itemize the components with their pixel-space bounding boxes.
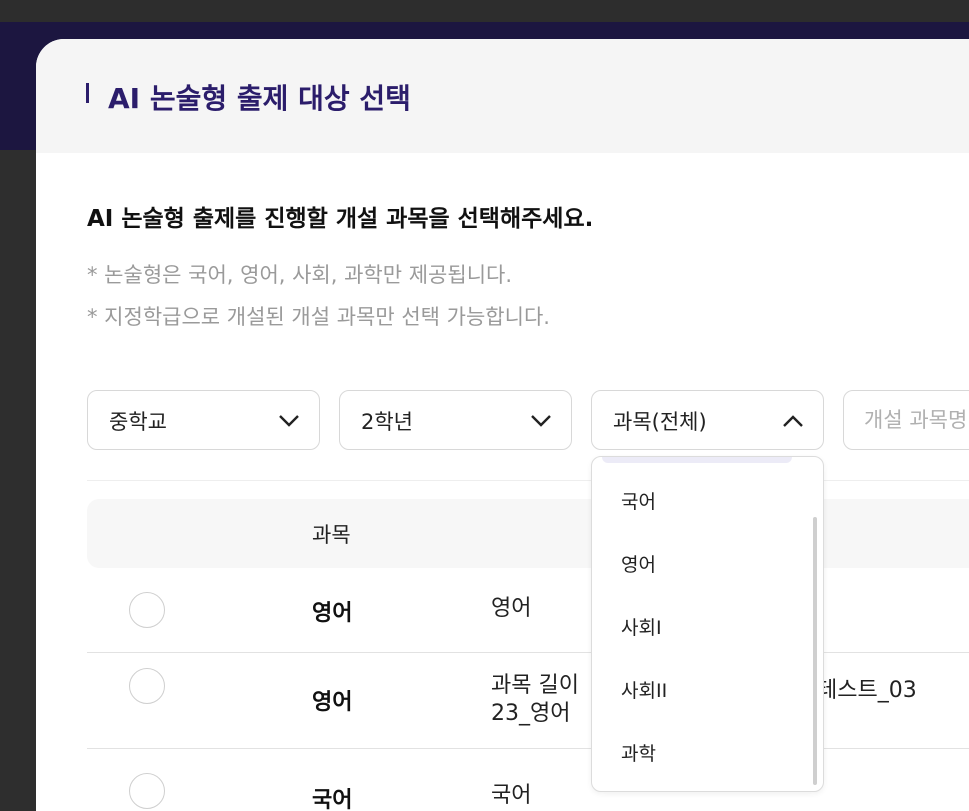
- column-header-subject: 과목: [312, 523, 351, 547]
- row-subject: 국어: [312, 788, 353, 811]
- dropdown-option-science[interactable]: 과학: [621, 739, 656, 766]
- row-subject: 영어: [312, 601, 353, 626]
- subject-value: 과목(전체): [613, 410, 707, 434]
- grade-select[interactable]: 2학년: [339, 390, 572, 450]
- row-course-tail: 테스트_03: [817, 678, 917, 703]
- course-name-line: 23_영어: [491, 701, 571, 726]
- modal-title: AI 논술형 출제 대상 선택: [108, 82, 411, 115]
- row-subject: 영어: [312, 690, 353, 715]
- subject-select[interactable]: 과목(전체): [591, 390, 824, 450]
- school-level-value: 중학교: [109, 410, 167, 434]
- modal-header: AI 논술형 출제 대상 선택: [36, 39, 969, 153]
- row-radio[interactable]: [129, 668, 165, 704]
- filter-divider: [87, 480, 969, 481]
- modal-description: AI 논술형 출제를 진행할 개설 과목을 선택해주세요.: [87, 206, 594, 232]
- row-course-name: 영어: [491, 595, 531, 623]
- dropdown-option-english[interactable]: 영어: [621, 550, 656, 577]
- chevron-down-icon: [531, 415, 551, 427]
- table-row[interactable]: 국어 국어: [87, 749, 969, 811]
- subject-dropdown-menu: 국어 영어 사회I 사회II 과학: [591, 456, 824, 792]
- table-row[interactable]: 영어 과목 길이 23_영어 테스트_03: [87, 653, 969, 749]
- table-row[interactable]: 영어 영어: [87, 568, 969, 653]
- course-name-line: 국어: [491, 783, 532, 808]
- row-radio[interactable]: [129, 773, 165, 809]
- note-essay-subjects: * 논술형은 국어, 영어, 사회, 과학만 제공됩니다.: [87, 263, 513, 287]
- grade-value: 2학년: [361, 410, 414, 434]
- row-radio[interactable]: [129, 592, 165, 628]
- dropdown-scrollbar[interactable]: [813, 517, 817, 785]
- school-level-select[interactable]: 중학교: [87, 390, 320, 450]
- title-accent-bar: [86, 83, 89, 103]
- note-designated-class: * 지정학급으로 개설된 개설 과목만 선택 가능합니다.: [87, 305, 550, 329]
- chevron-down-icon: [279, 415, 299, 427]
- dropdown-option-korean[interactable]: 국어: [621, 487, 656, 514]
- course-search-input[interactable]: [864, 405, 969, 435]
- row-course-name: 과목 길이 23_영어: [491, 672, 579, 728]
- table-header: 과목: [87, 499, 969, 568]
- modal-dialog: AI 논술형 출제 대상 선택 AI 논술형 출제를 진행할 개설 과목을 선택…: [36, 39, 969, 811]
- dropdown-option-social-1[interactable]: 사회I: [621, 613, 662, 640]
- course-search-field[interactable]: [843, 390, 969, 450]
- window-topbar: [0, 0, 969, 22]
- row-course-name: 국어: [491, 782, 531, 810]
- chevron-up-icon: [783, 415, 803, 427]
- dropdown-selected-highlight: [602, 457, 792, 463]
- course-name-line: 과목 길이: [491, 673, 579, 698]
- dropdown-option-social-2[interactable]: 사회II: [621, 676, 667, 703]
- course-name-line: 영어: [491, 596, 532, 621]
